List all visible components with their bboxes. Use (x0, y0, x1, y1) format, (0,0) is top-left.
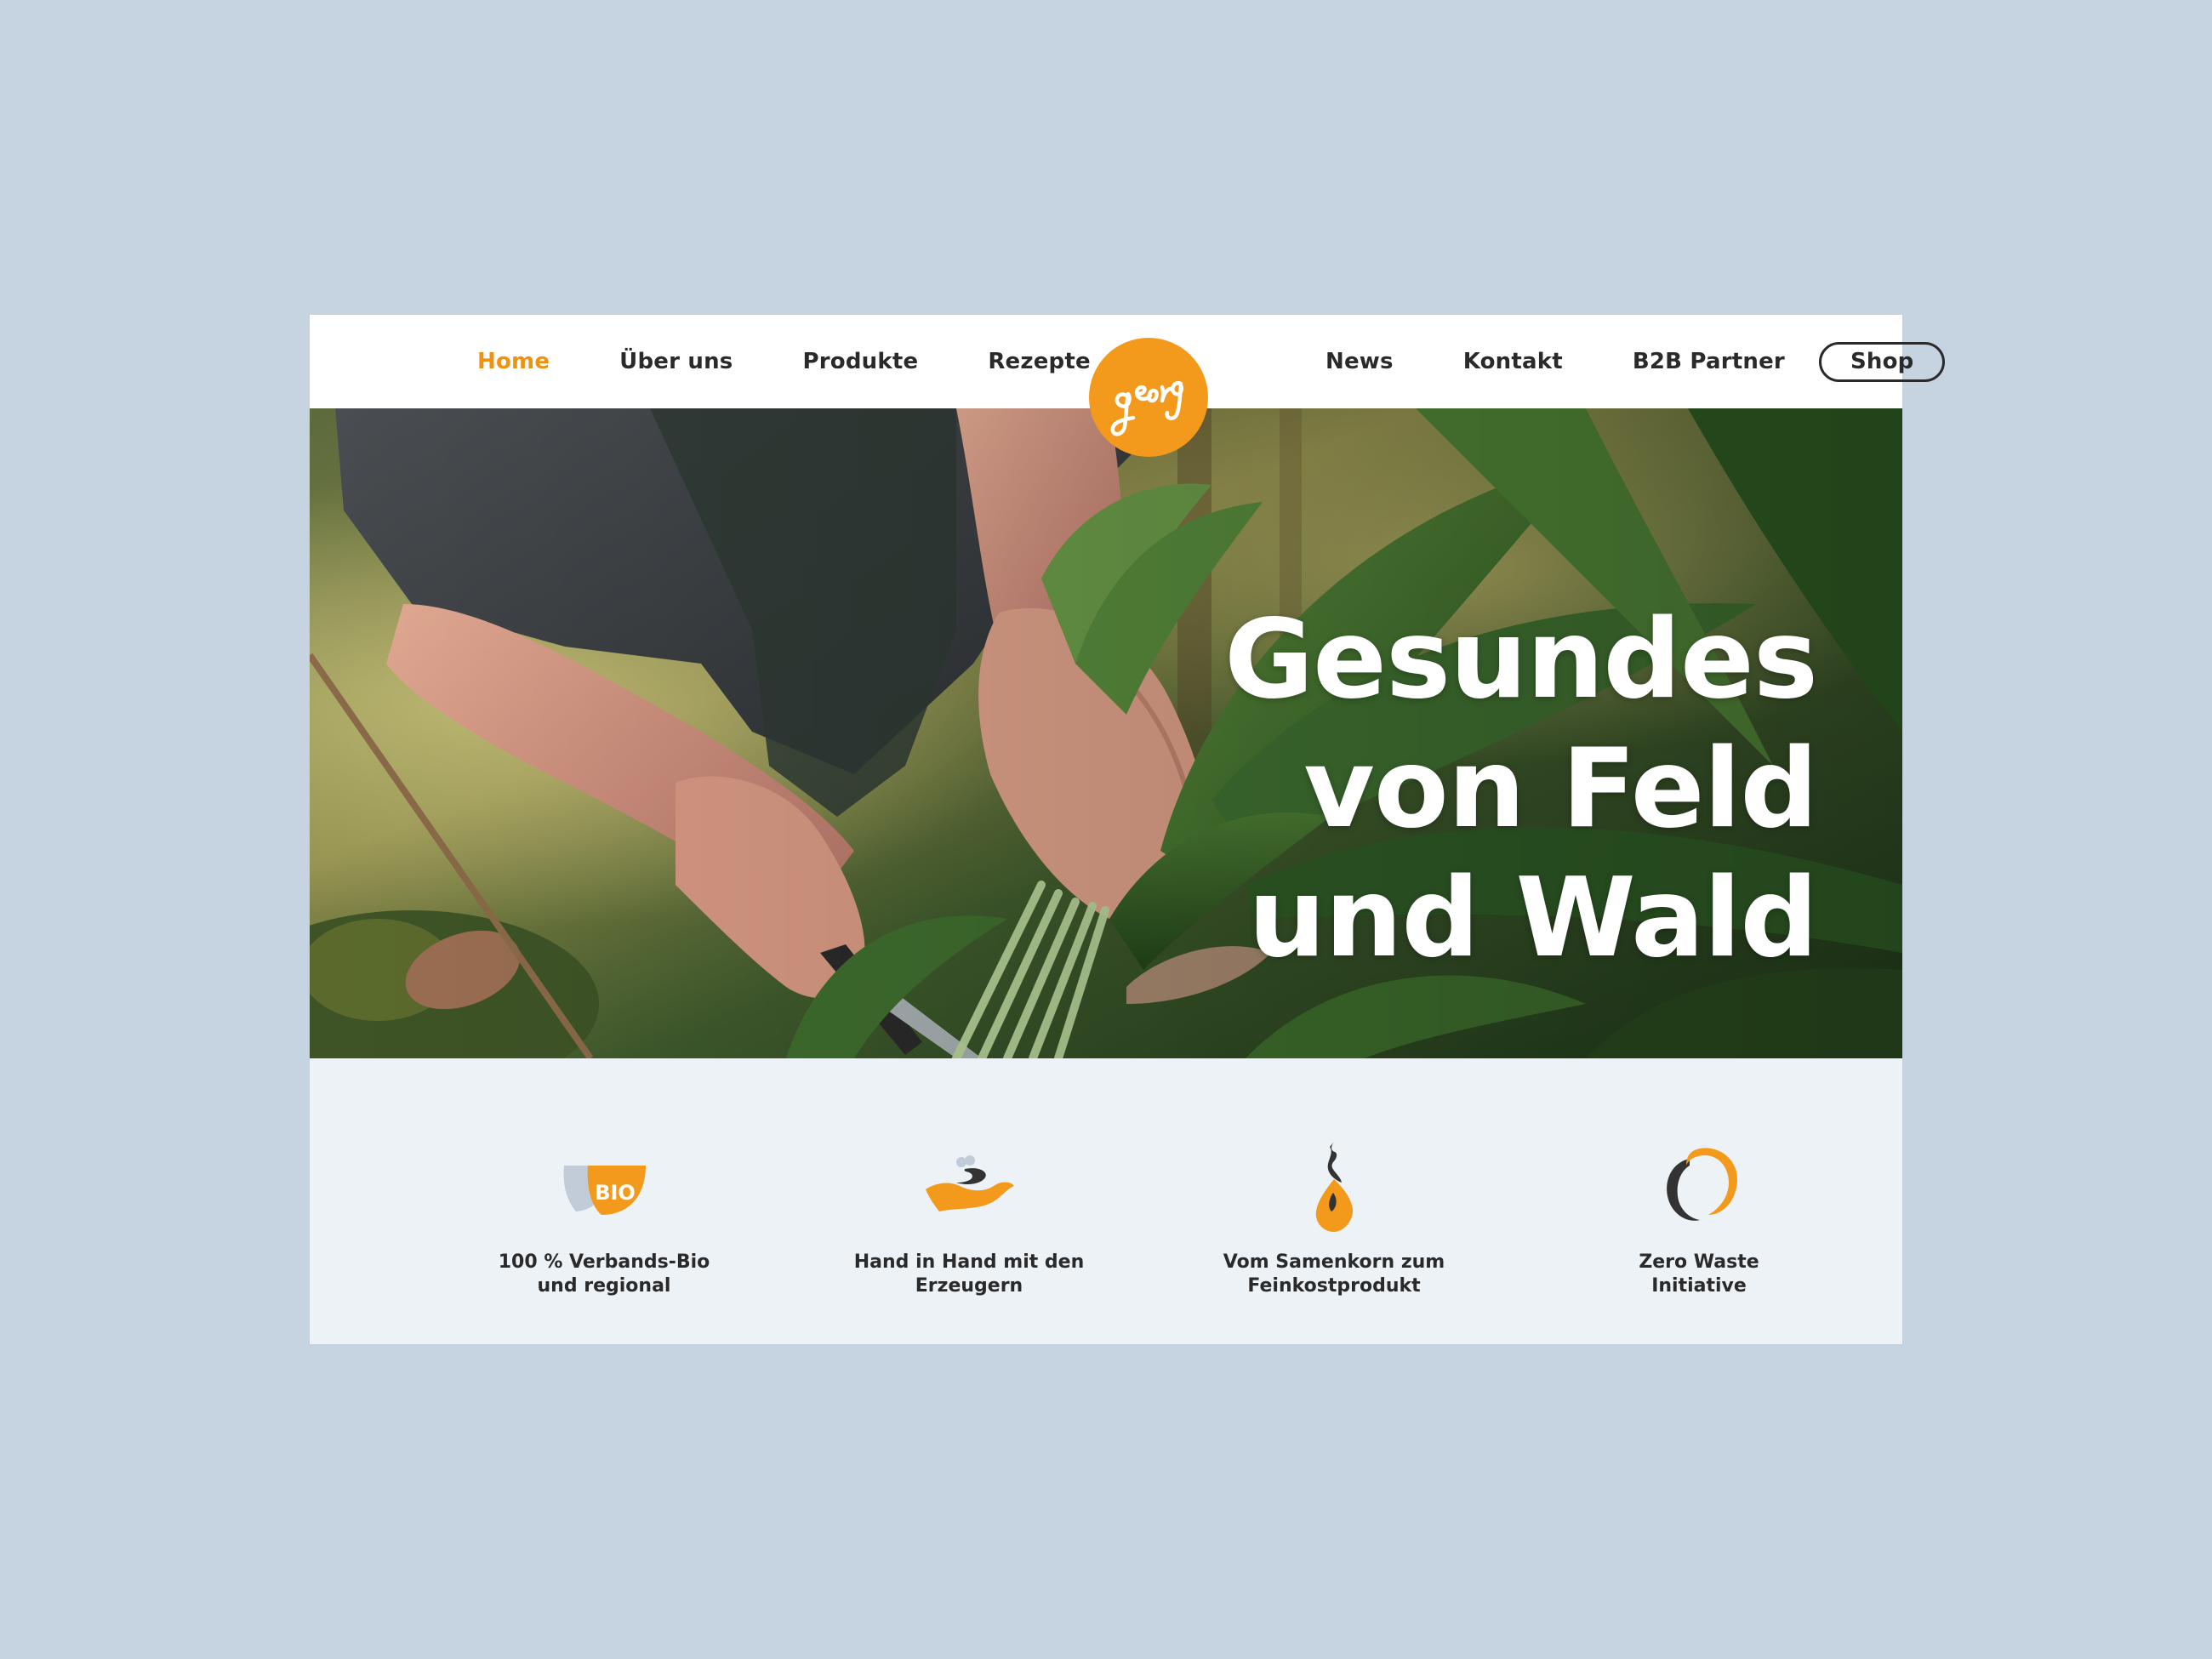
nav-home[interactable]: Home (477, 349, 550, 374)
feature-label-line-2: Feinkostprodukt (1247, 1275, 1421, 1297)
hero-banner: Gesundes von Feld und Wald (310, 408, 1902, 1058)
nav-b2b-partner[interactable]: B2B Partner (1633, 349, 1785, 374)
hero-headline: Gesundes von Feld und Wald (1224, 596, 1818, 983)
main-nav-right: News Kontakt B2B Partner Shop (1325, 315, 1946, 408)
feature-label-line-1: 100 % Verbands-Bio (498, 1251, 710, 1273)
feature-label-line-2: und regional (537, 1275, 671, 1297)
hero-headline-line-1: Gesundes (1224, 596, 1818, 723)
shop-button[interactable]: Shop (1818, 341, 1946, 382)
feature-label: 100 % Verbands-Bio und regional (468, 1251, 740, 1298)
nav-produkte[interactable]: Produkte (802, 349, 918, 374)
seed-drop-icon (1315, 1142, 1354, 1232)
main-nav-left: Home Über uns Produkte Rezepte (477, 315, 1091, 408)
hand-icon (926, 1155, 1014, 1211)
feature-label-line-2: Erzeugern (915, 1275, 1023, 1297)
bio-badge-text: BIO (595, 1181, 636, 1205)
feature-label-line-1: Zero Waste (1639, 1251, 1759, 1273)
nav-rezepte[interactable]: Rezepte (988, 349, 1091, 374)
feature-label-line-1: Hand in Hand mit den (853, 1251, 1085, 1273)
nav-ueber-uns[interactable]: Über uns (619, 349, 733, 374)
feature-label-line-1: Vom Samenkorn zum (1223, 1251, 1445, 1273)
nav-kontakt[interactable]: Kontakt (1463, 349, 1563, 374)
zero-waste-icon (1667, 1148, 1737, 1221)
website-mockup: Home Über uns Produkte Rezepte News Kont… (310, 315, 1946, 1344)
feature-label: Zero Waste Initiative (1563, 1251, 1835, 1298)
nav-news[interactable]: News (1325, 349, 1394, 374)
feature-label-line-2: Initiative (1651, 1275, 1747, 1297)
feature-label: Vom Samenkorn zum Feinkostprodukt (1198, 1251, 1470, 1298)
feature-label: Hand in Hand mit den Erzeugern (833, 1251, 1105, 1298)
features-section: BIO 100 % Verbands-Bio und regional Hand… (310, 1058, 1902, 1344)
hero-headline-line-2: von Feld (1303, 725, 1818, 852)
bio-leaf-icon: BIO (563, 1166, 646, 1215)
georg-logo-mark (1110, 380, 1183, 436)
georg-logo[interactable] (1089, 338, 1208, 457)
hero-headline-line-3: und Wald (1248, 854, 1818, 982)
